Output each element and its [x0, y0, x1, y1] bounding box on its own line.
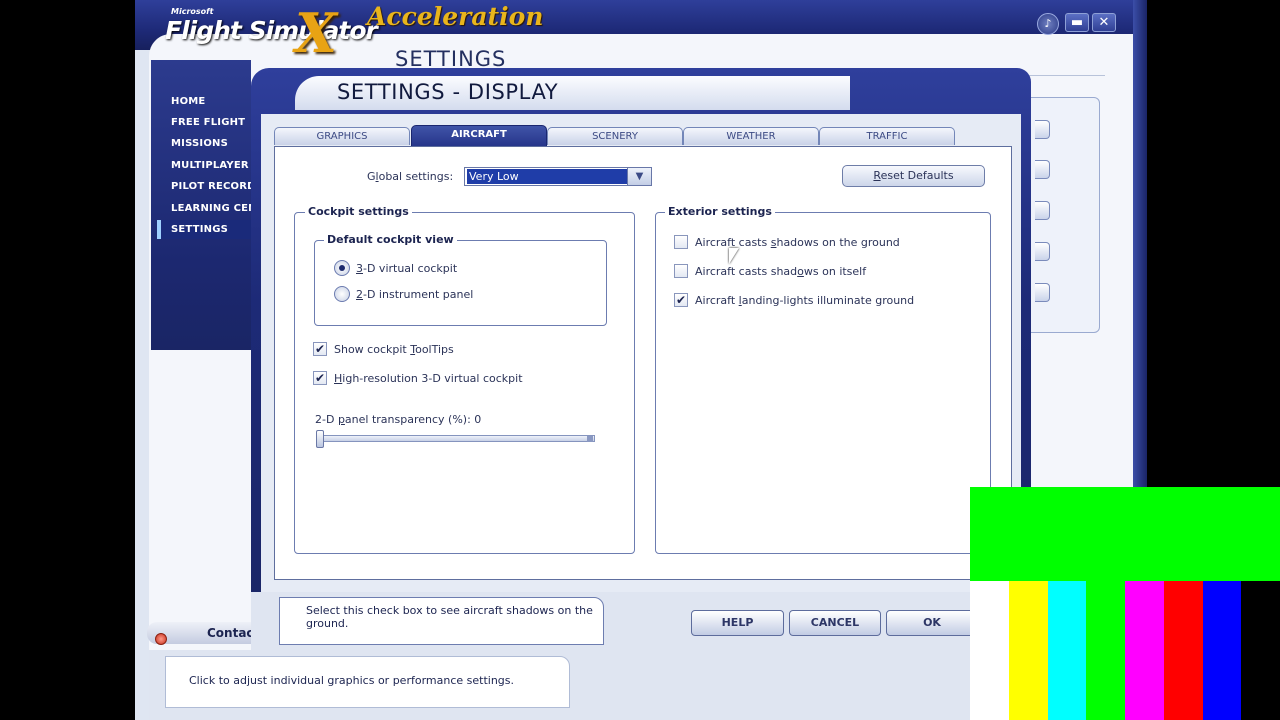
background-button	[1035, 242, 1050, 261]
bottom-message: Click to adjust individual graphics or p…	[189, 674, 515, 687]
checkbox-shadows-on-ground-label[interactable]: Aircraft casts shadows on the ground	[695, 236, 900, 249]
contacts-status-icon	[155, 633, 167, 645]
close-button[interactable]: ✕	[1092, 13, 1116, 32]
sidebar-item-settings[interactable]: SETTINGS	[171, 224, 228, 235]
color-bars-overlay	[970, 487, 1280, 720]
checkbox-show-cockpit-tooltips-label[interactable]: Show cockpit ToolTips	[334, 343, 454, 356]
mouse-cursor-icon	[729, 248, 739, 264]
panel-transparency-slider[interactable]	[319, 435, 595, 442]
brand-flight-simulator: Flight Simulator	[165, 16, 378, 45]
chevron-down-icon[interactable]: ▼	[627, 168, 651, 185]
radio-3d-virtual-cockpit[interactable]	[334, 260, 350, 276]
color-bar	[1163, 581, 1203, 720]
sound-icon[interactable]: ♪	[1037, 13, 1059, 35]
tab-scenery[interactable]: SCENERY	[547, 127, 683, 145]
color-bar	[1125, 581, 1164, 720]
dialog-title: SETTINGS - DISPLAY	[337, 80, 559, 104]
sidebar-item-home[interactable]: HOME	[171, 96, 205, 107]
color-bar	[970, 581, 1009, 720]
color-bar	[1202, 581, 1242, 720]
cancel-button[interactable]: CANCEL	[789, 610, 881, 636]
color-bar	[1008, 581, 1048, 720]
background-button	[1035, 201, 1050, 220]
sidebar-item-learning-center[interactable]: LEARNING CENT	[171, 203, 264, 214]
help-text: Select this check box to see aircraft sh…	[306, 604, 593, 630]
reset-defaults-button[interactable]: Reset Defaults	[842, 165, 985, 187]
exterior-settings-title: Exterior settings	[665, 205, 775, 218]
tab-traffic[interactable]: TRAFFIC	[819, 127, 955, 145]
panel-transparency-label: 2-D panel transparency (%): 0	[315, 413, 482, 426]
help-button[interactable]: HELP	[691, 610, 784, 636]
cockpit-settings-title: Cockpit settings	[305, 205, 412, 218]
radio-3d-virtual-cockpit-label[interactable]: 3-D virtual cockpit	[356, 262, 457, 275]
checkbox-shadows-on-itself-label[interactable]: Aircraft casts shadows on itself	[695, 265, 866, 278]
brand-x-logo: X	[295, 1, 337, 65]
checkbox-landing-lights[interactable]: ✔	[674, 293, 688, 307]
color-bar	[1086, 581, 1126, 720]
radio-2d-instrument-panel[interactable]	[334, 286, 350, 302]
sidebar-item-pilot-records[interactable]: PILOT RECORDS	[171, 181, 263, 192]
background-button	[1035, 120, 1050, 139]
background-button	[1035, 283, 1050, 302]
tab-weather[interactable]: WEATHER	[683, 127, 819, 145]
default-cockpit-view-title: Default cockpit view	[324, 233, 457, 246]
ok-button[interactable]: OK	[886, 610, 978, 636]
global-settings-value[interactable]: Very Low	[467, 169, 627, 184]
checkbox-high-resolution-cockpit[interactable]: ✔	[313, 371, 327, 385]
color-bar	[1241, 581, 1280, 720]
exterior-settings-group	[655, 212, 991, 554]
checkbox-shadows-on-ground[interactable]	[674, 235, 688, 249]
checkbox-landing-lights-label[interactable]: Aircraft landing-lights illuminate groun…	[695, 294, 914, 307]
sidebar-item-free-flight[interactable]: FREE FLIGHT	[171, 117, 245, 128]
color-bar	[1047, 581, 1087, 720]
default-cockpit-view-group	[314, 240, 607, 326]
brand-microsoft: Microsoft	[171, 7, 214, 16]
checkbox-shadows-on-itself[interactable]	[674, 264, 688, 278]
slider-end-marker	[587, 436, 593, 442]
tab-aircraft[interactable]: AIRCRAFT	[411, 125, 547, 146]
sidebar-item-missions[interactable]: MISSIONS	[171, 138, 228, 149]
checkbox-show-cockpit-tooltips[interactable]: ✔	[313, 342, 327, 356]
minimize-button[interactable]: ▬	[1065, 13, 1089, 32]
color-bars-top	[970, 487, 1280, 581]
brand-acceleration: Acceleration	[367, 2, 544, 31]
global-settings-label: Global settings:	[367, 170, 454, 183]
sidebar-item-multiplayer[interactable]: MULTIPLAYER	[171, 160, 249, 171]
panel-transparency-slider-thumb[interactable]	[316, 430, 324, 448]
tab-graphics[interactable]: GRAPHICS	[274, 127, 410, 145]
radio-2d-instrument-panel-label[interactable]: 2-D instrument panel	[356, 288, 473, 301]
background-button	[1035, 160, 1050, 179]
checkbox-high-resolution-cockpit-label[interactable]: High-resolution 3-D virtual cockpit	[334, 372, 523, 385]
